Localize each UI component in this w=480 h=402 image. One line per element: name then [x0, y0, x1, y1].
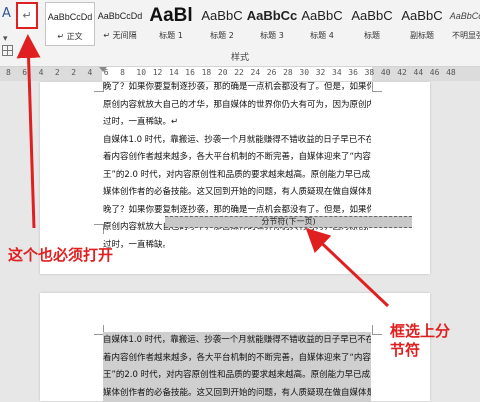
annotation-right-note-line: 框选上分: [390, 322, 450, 341]
annotation-right-note: 框选上分 节符: [390, 322, 450, 360]
arrow-to-formatting-button: [28, 40, 34, 228]
annotation-left-note: 这个也必须打开: [8, 246, 113, 265]
annotation-right-note-line: 节符: [390, 341, 450, 360]
arrow-to-section-break: [310, 232, 388, 306]
